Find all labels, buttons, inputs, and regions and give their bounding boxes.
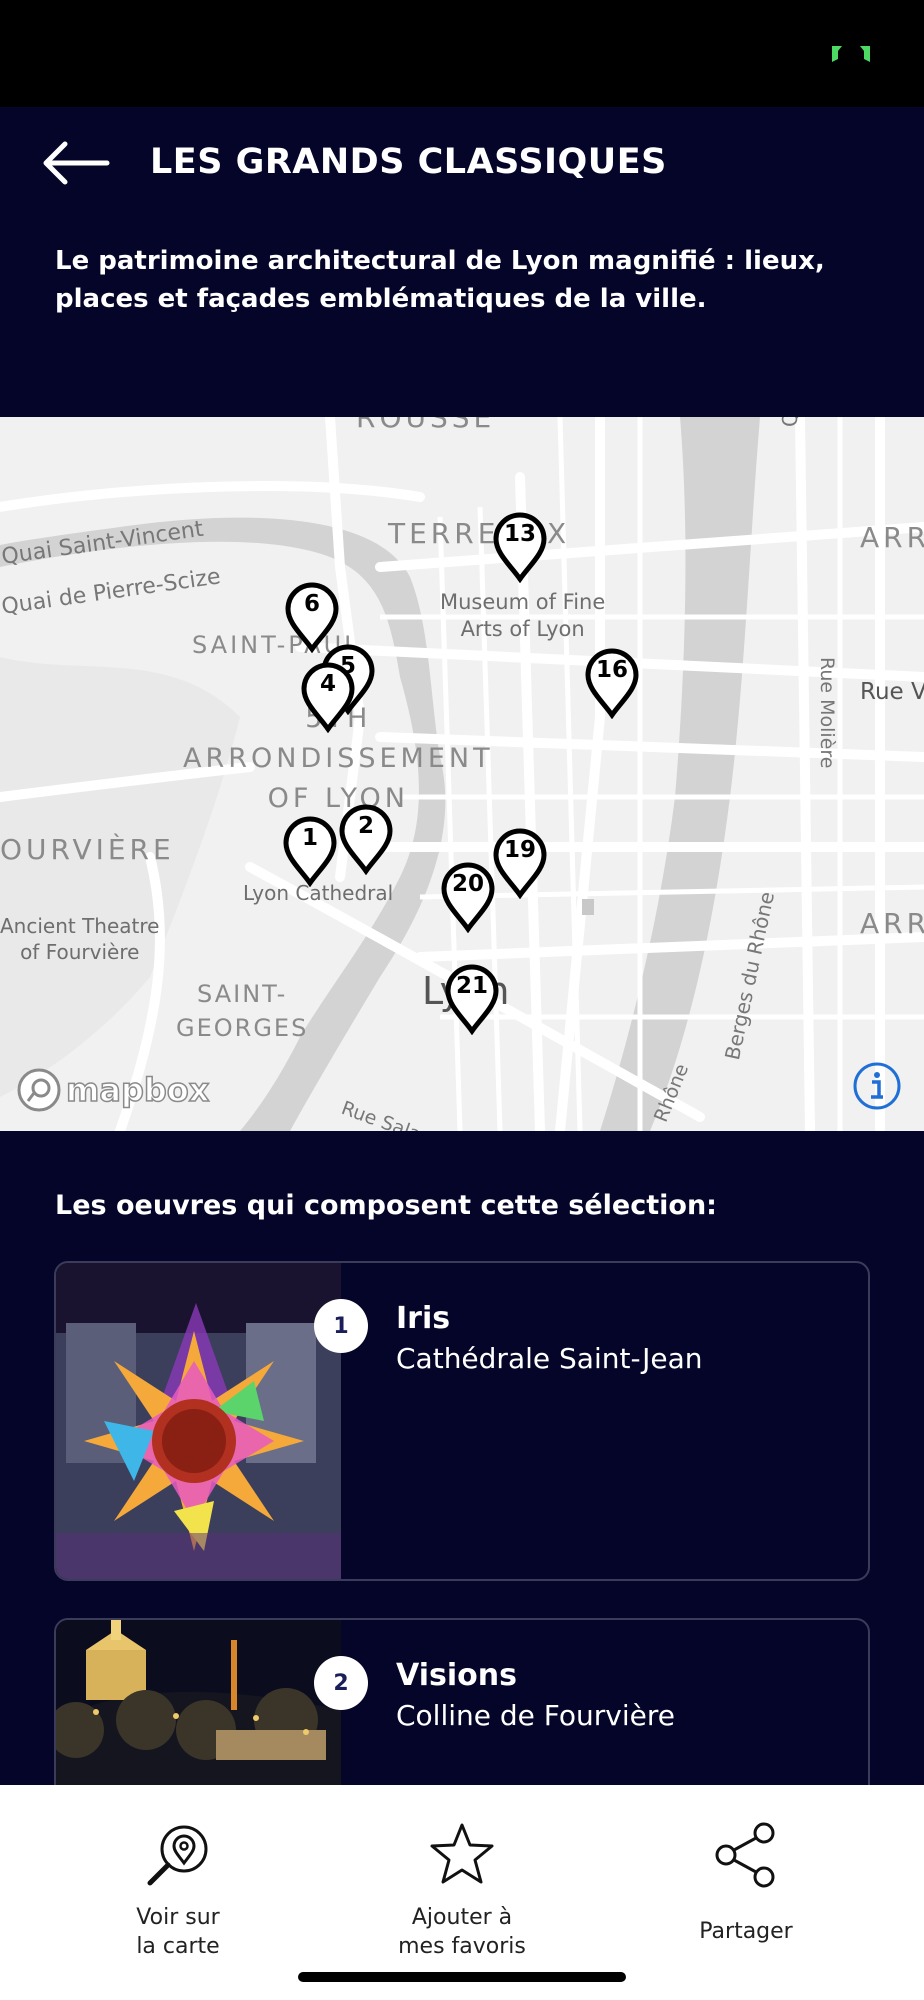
artwork-thumbnail — [56, 1263, 341, 1579]
artwork-number-badge: 2 — [314, 1656, 368, 1710]
marker-number: 13 — [503, 521, 536, 547]
view-on-map-button[interactable]: Voir sur la carte — [58, 1785, 298, 1985]
star-icon — [430, 1823, 494, 1884]
arrow-left-icon — [43, 141, 110, 185]
artwork-card[interactable]: 1 Iris Cathédrale Saint-Jean — [54, 1261, 870, 1581]
bottom-action-bar: Voir sur la carte Ajouter à mes favoris … — [0, 1785, 924, 2000]
back-button[interactable] — [40, 131, 112, 195]
marker-number: 4 — [319, 671, 336, 697]
map-search-icon — [147, 1825, 208, 1886]
share-label: Partager — [699, 1919, 793, 1944]
map-info-button[interactable] — [852, 1061, 902, 1111]
map-label-saint-georges: SAINT- GEORGES — [176, 980, 309, 1042]
map-label-arr-1: ARR — [860, 521, 924, 554]
map-marker[interactable]: 19 — [492, 827, 548, 899]
map-label-museum: Museum of Fine Arts of Lyon — [440, 590, 606, 641]
marker-number: 6 — [303, 591, 320, 617]
artwork-title: Iris — [396, 1301, 451, 1336]
marker-number: 2 — [357, 813, 374, 839]
add-to-favorites-label: Ajouter à mes favoris — [398, 1905, 526, 1959]
map-label-rue-moliere: Rue Molière — [816, 657, 838, 769]
map-marker[interactable]: 20 — [440, 861, 496, 933]
marker-number: 20 — [451, 871, 484, 897]
map-label-arr-2: ARR — [860, 907, 924, 940]
map-marker[interactable]: 13 — [492, 511, 548, 583]
artwork-title: Visions — [396, 1658, 517, 1693]
mapbox-wordmark: mapbox — [65, 1070, 210, 1110]
map-marker[interactable]: 21 — [444, 963, 500, 1035]
info-icon — [853, 1062, 901, 1110]
map-marker[interactable]: 4 — [300, 661, 356, 733]
view-on-map-label: Voir sur la carte — [136, 1905, 220, 1959]
marker-number: 19 — [503, 837, 536, 863]
map-marker[interactable]: 2 — [338, 803, 394, 875]
artwork-location: Cathédrale Saint-Jean — [396, 1342, 703, 1375]
map-label-quai: Quai — [778, 417, 802, 427]
screen-mirror-icon — [832, 46, 870, 62]
artwork-number-badge: 1 — [314, 1299, 368, 1353]
mapbox-logo-icon — [17, 1068, 61, 1112]
map-marker[interactable]: 16 — [584, 647, 640, 719]
marker-number: 16 — [595, 657, 628, 683]
map-label-rousse: ROUSSE — [356, 417, 496, 434]
page-title: LES GRANDS CLASSIQUES — [150, 142, 667, 182]
home-indicator[interactable] — [298, 1972, 626, 1982]
mapbox-attribution[interactable]: mapbox — [16, 1065, 210, 1115]
artwork-location: Colline de Fourvière — [396, 1699, 675, 1732]
marker-number: 21 — [455, 973, 488, 999]
share-button[interactable]: Partager — [626, 1785, 866, 1985]
map-label-rue-v: Rue V — [860, 679, 924, 705]
header: LES GRANDS CLASSIQUES Le patrimoine arch… — [0, 107, 924, 417]
status-bar — [0, 0, 924, 107]
map-label-ancient-theatre: Ancient Theatre of Fourvière — [0, 914, 160, 964]
map-label-fourviere: OURVIÈRE — [0, 833, 175, 866]
add-to-favorites-button[interactable]: Ajouter à mes favoris — [342, 1785, 582, 1985]
marker-number: 1 — [301, 825, 318, 851]
selection-title: Les oeuvres qui composent cette sélectio… — [55, 1190, 717, 1221]
map-marker[interactable]: 1 — [282, 815, 338, 887]
page-description: Le patrimoine architectural de Lyon magn… — [55, 246, 825, 314]
map[interactable]: ROUSSE TERREAUX Quai Saint-Vincent Quai … — [0, 417, 924, 1131]
share-icon — [715, 1822, 775, 1888]
